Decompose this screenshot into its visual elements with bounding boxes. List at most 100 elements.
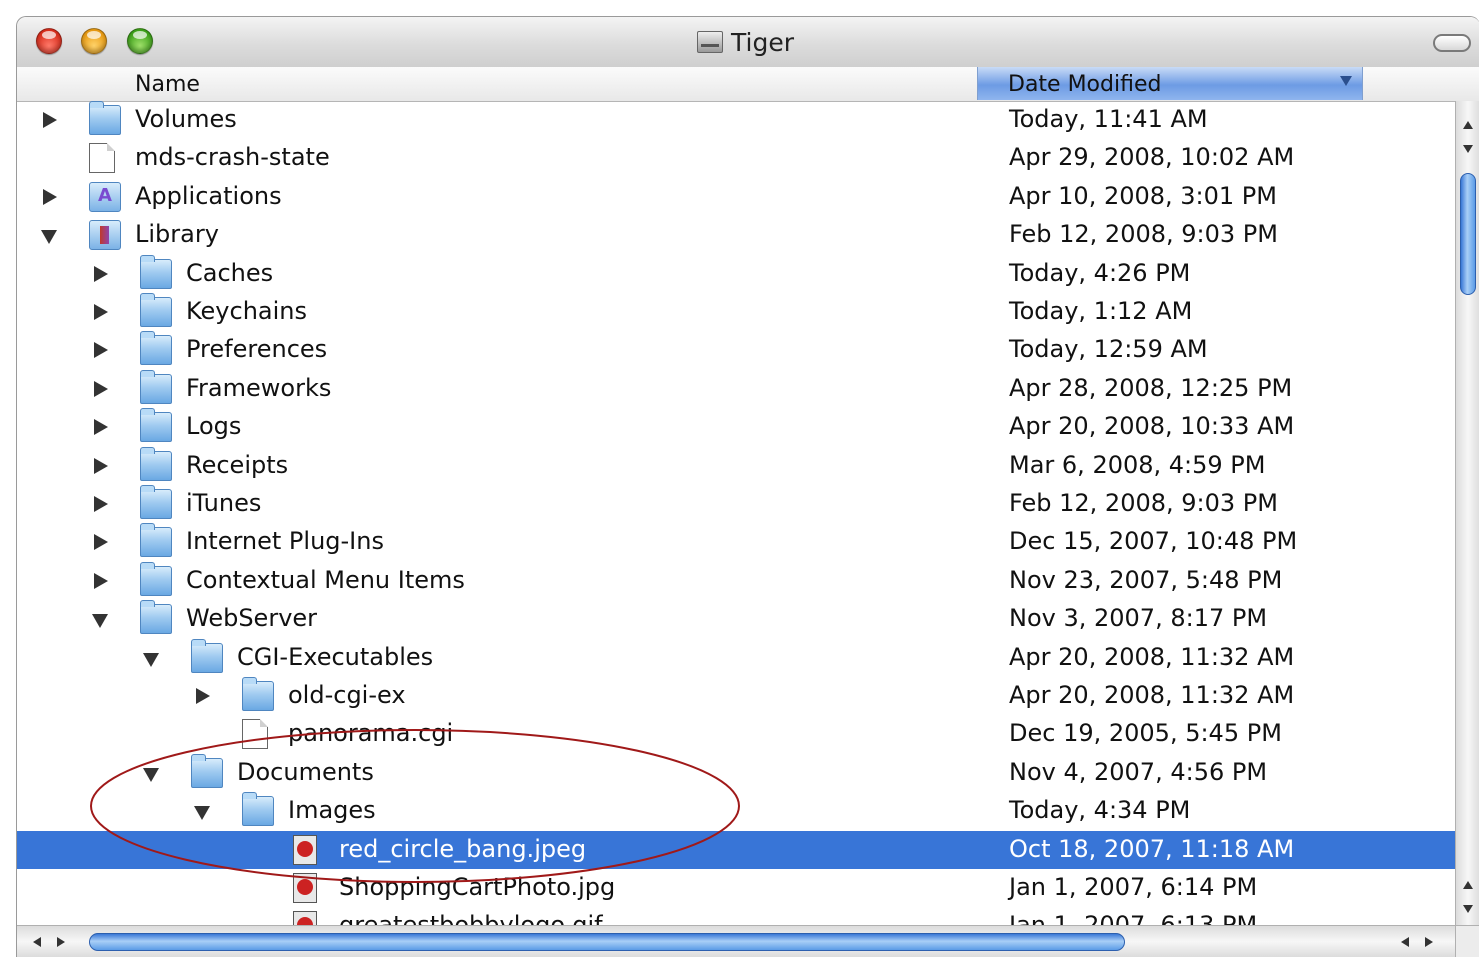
date-modified-label: Date Modified <box>1008 72 1162 97</box>
file-row[interactable]: iTunes Feb 12, 2008, 9:03 PM <box>17 485 1455 523</box>
disclosure-triangle-closed-icon[interactable] <box>94 534 108 550</box>
file-row[interactable]: Caches Today, 4:26 PM <box>17 255 1455 293</box>
library-folder-icon <box>89 220 121 250</box>
file-row[interactable]: Receipts Mar 6, 2008, 4:59 PM <box>17 447 1455 485</box>
file-row[interactable]: Frameworks Apr 28, 2008, 12:25 PM <box>17 370 1455 408</box>
file-name: Applications <box>135 182 282 210</box>
date-modified: Nov 3, 2007, 8:17 PM <box>1009 604 1268 632</box>
disclosure-triangle-closed-icon[interactable] <box>94 573 108 589</box>
disclosure-triangle-open-icon[interactable] <box>143 653 159 667</box>
date-modified: Dec 19, 2005, 5:45 PM <box>1009 719 1282 747</box>
scroll-left-arrow-icon[interactable] <box>33 937 41 947</box>
horizontal-scrollbar[interactable] <box>17 925 1455 957</box>
file-name: Keychains <box>186 297 308 325</box>
file-row[interactable]: Contextual Menu Items Nov 23, 2007, 5:48 … <box>17 562 1455 600</box>
file-row[interactable]: Library Feb 12, 2008, 9:03 PM <box>17 216 1455 254</box>
file-row[interactable]: CGI-Executables Apr 20, 2008, 11:32 AM <box>17 639 1455 677</box>
disclosure-triangle-closed-icon[interactable] <box>94 496 108 512</box>
disclosure-triangle-closed-icon[interactable] <box>94 419 108 435</box>
folder-icon <box>140 523 172 557</box>
scroll-left-arrow-right-icon[interactable] <box>1401 937 1409 947</box>
vertical-scrollbar[interactable] <box>1455 101 1479 925</box>
disclosure-triangle-open-icon[interactable] <box>41 230 57 244</box>
disclosure-triangle-open-icon[interactable] <box>194 806 210 820</box>
disclosure-triangle-closed-icon[interactable] <box>43 112 57 128</box>
scroll-down-arrow-bottom-icon[interactable] <box>1463 905 1473 913</box>
date-modified: Today, 1:12 AM <box>1009 297 1193 325</box>
date-modified: Mar 6, 2008, 4:59 PM <box>1009 451 1266 479</box>
file-name: Receipts <box>186 451 289 479</box>
horizontal-scroll-thumb[interactable] <box>89 933 1125 951</box>
file-row[interactable]: Keychains Today, 1:12 AM <box>17 293 1455 331</box>
file-row[interactable]: ShoppingCartPhoto.jpg Jan 1, 2007, 6:14 P… <box>17 869 1455 907</box>
disclosure-triangle-closed-icon[interactable] <box>94 458 108 474</box>
disclosure-triangle-closed-icon[interactable] <box>43 189 57 205</box>
date-modified: Apr 20, 2008, 11:32 AM <box>1009 643 1295 671</box>
folder-icon <box>191 754 223 788</box>
date-modified-column-header[interactable]: Date Modified <box>977 67 1363 100</box>
date-modified: Dec 15, 2007, 10:48 PM <box>1009 527 1298 555</box>
disclosure-triangle-open-icon[interactable] <box>143 768 159 782</box>
date-modified: Jan 1, 2007, 6:13 PM <box>1009 911 1258 925</box>
folder-icon <box>140 447 172 481</box>
file-row[interactable]: panorama.cgi Dec 19, 2005, 5:45 PM <box>17 715 1455 753</box>
file-row[interactable]: Volumes Today, 11:41 AM <box>17 101 1455 139</box>
disclosure-triangle-closed-icon[interactable] <box>94 304 108 320</box>
file-row[interactable]: Internet Plug-Ins Dec 15, 2007, 10:48 PM <box>17 523 1455 561</box>
scroll-right-arrow-icon[interactable] <box>57 937 65 947</box>
file-row[interactable]: Documents Nov 4, 2007, 4:56 PM <box>17 754 1455 792</box>
document-icon <box>89 143 115 173</box>
file-row[interactable]: Applications Apr 10, 2008, 3:01 PM <box>17 178 1455 216</box>
file-row[interactable]: mds-crash-state Apr 29, 2008, 10:02 AM <box>17 139 1455 177</box>
folder-icon <box>140 485 172 519</box>
file-name: CGI-Executables <box>237 643 434 671</box>
date-modified: Today, 4:34 PM <box>1009 796 1191 824</box>
file-row[interactable]: old-cgi-ex Apr 20, 2008, 11:32 AM <box>17 677 1455 715</box>
name-column-header[interactable]: Name <box>135 72 200 97</box>
window-title-group: Tiger <box>697 25 794 59</box>
file-row[interactable]: Images Today, 4:34 PM <box>17 792 1455 830</box>
date-modified: Feb 12, 2008, 9:03 PM <box>1009 489 1278 517</box>
file-name: mds-crash-state <box>135 143 330 171</box>
folder-icon <box>89 101 121 135</box>
date-modified: Jan 1, 2007, 6:14 PM <box>1009 873 1258 901</box>
scroll-right-arrow-right-icon[interactable] <box>1425 937 1433 947</box>
file-row[interactable]: Preferences Today, 12:59 AM <box>17 331 1455 369</box>
scroll-up-arrow-icon[interactable] <box>1463 121 1473 129</box>
file-row[interactable]: red_circle_bang.jpeg Oct 18, 2007, 11:18 … <box>17 831 1455 869</box>
file-name: Volumes <box>135 105 237 133</box>
scroll-up-arrow-bottom-icon[interactable] <box>1463 881 1473 889</box>
vertical-scroll-thumb[interactable] <box>1460 173 1476 295</box>
date-modified: Apr 20, 2008, 10:33 AM <box>1009 412 1295 440</box>
disclosure-triangle-closed-icon[interactable] <box>196 688 210 704</box>
sort-descending-icon <box>1340 76 1352 86</box>
document-icon <box>242 719 268 749</box>
date-modified: Nov 4, 2007, 4:56 PM <box>1009 758 1268 786</box>
resize-grip[interactable] <box>1455 925 1479 957</box>
file-name: Images <box>288 796 376 824</box>
folder-icon <box>140 408 172 442</box>
file-name: Internet Plug-Ins <box>186 527 384 555</box>
folder-icon <box>140 600 172 634</box>
disclosure-triangle-closed-icon[interactable] <box>94 342 108 358</box>
folder-icon <box>140 370 172 404</box>
close-button[interactable] <box>36 28 62 54</box>
date-modified: Apr 28, 2008, 12:25 PM <box>1009 374 1293 402</box>
disclosure-triangle-closed-icon[interactable] <box>94 381 108 397</box>
minimize-button[interactable] <box>81 28 107 54</box>
scroll-down-arrow-icon[interactable] <box>1463 145 1473 153</box>
zoom-button[interactable] <box>127 28 153 54</box>
file-row[interactable]: greatestbobbylogo.gif Jan 1, 2007, 6:13 P… <box>17 907 1455 925</box>
date-modified: Today, 11:41 AM <box>1009 105 1208 133</box>
folder-icon <box>242 677 274 711</box>
date-modified: Today, 4:26 PM <box>1009 259 1191 287</box>
disclosure-triangle-closed-icon[interactable] <box>94 266 108 282</box>
file-name: Frameworks <box>186 374 332 402</box>
date-modified: Feb 12, 2008, 9:03 PM <box>1009 220 1278 248</box>
title-bar[interactable]: Tiger <box>17 17 1479 68</box>
file-row[interactable]: WebServer Nov 3, 2007, 8:17 PM <box>17 600 1455 638</box>
file-row[interactable]: Logs Apr 20, 2008, 10:33 AM <box>17 408 1455 446</box>
date-modified: Apr 29, 2008, 10:02 AM <box>1009 143 1295 171</box>
toolbar-toggle-button[interactable] <box>1433 34 1471 52</box>
disclosure-triangle-open-icon[interactable] <box>92 614 108 628</box>
